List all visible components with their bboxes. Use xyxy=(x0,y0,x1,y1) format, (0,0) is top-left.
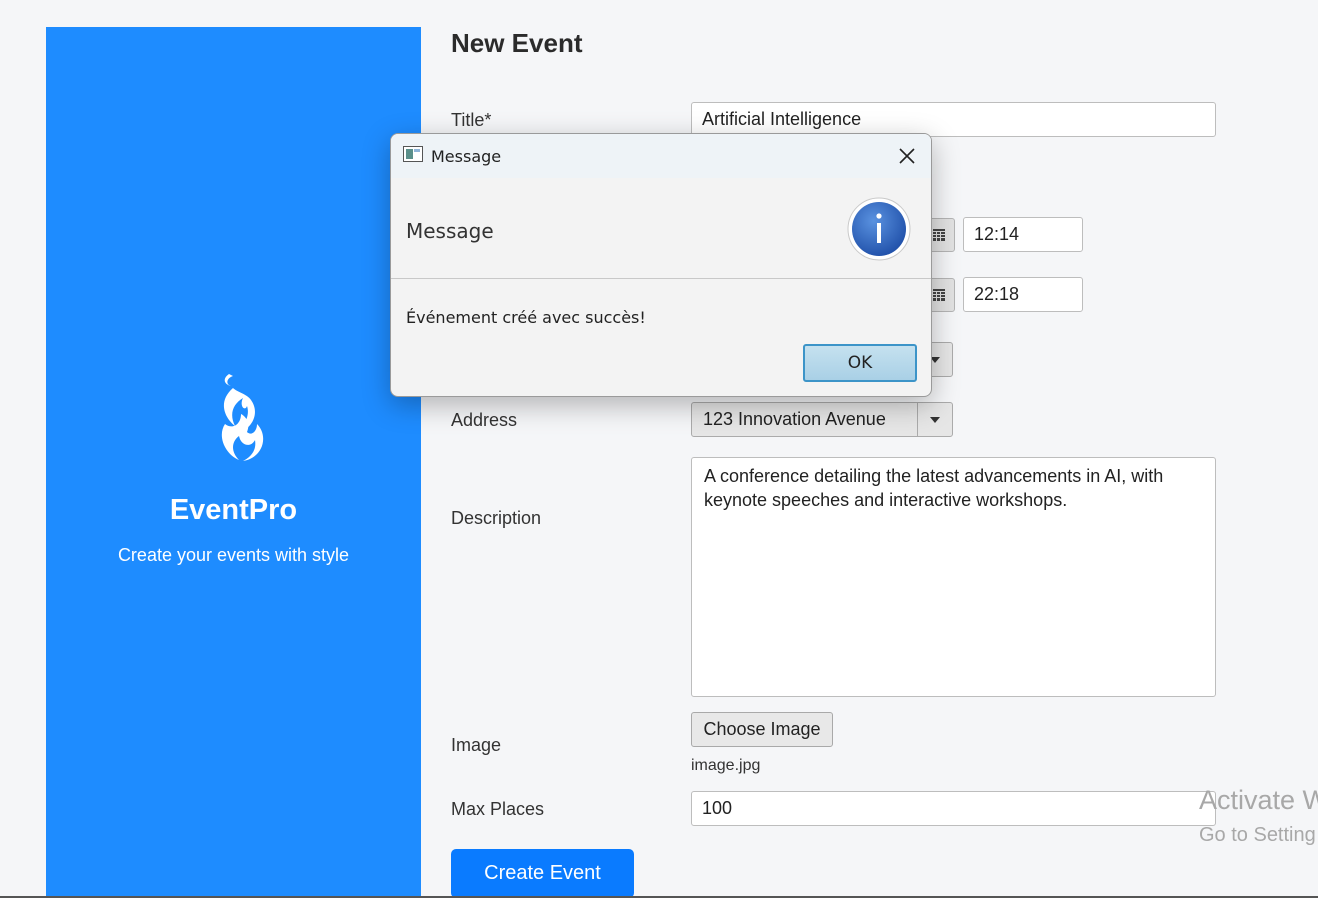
flame-logo-icon xyxy=(221,374,264,461)
address-value: 123 Innovation Avenue xyxy=(703,409,886,429)
chevron-down-icon xyxy=(917,403,952,436)
address-combo-box[interactable]: 123 Innovation Avenue xyxy=(691,402,953,437)
address-label: Address xyxy=(451,410,518,430)
page-title: New Event xyxy=(451,28,583,58)
end-time-input[interactable]: 22:18 xyxy=(963,277,1083,312)
description-textarea[interactable]: A conference detailing the latest advanc… xyxy=(691,457,1216,697)
dialog-titlebar[interactable]: Message xyxy=(391,134,931,178)
calendar-icon xyxy=(932,229,945,241)
title-input[interactable]: Artificial Intelligence xyxy=(691,102,1216,137)
brand-name: EventPro xyxy=(169,494,298,526)
activation-watermark-title: Activate W xyxy=(1199,785,1318,815)
dialog-message-text: Événement créé avec succès! xyxy=(406,308,646,327)
close-icon[interactable] xyxy=(895,144,919,168)
description-label: Description xyxy=(451,508,542,528)
window-app-icon xyxy=(403,146,423,162)
dialog-header-text: Message xyxy=(406,219,494,243)
image-filename: image.jpg xyxy=(691,757,761,774)
image-label: Image xyxy=(451,735,502,755)
max-places-label: Max Places xyxy=(451,799,545,819)
start-time-input[interactable]: 12:14 xyxy=(963,217,1083,252)
title-label: Title* xyxy=(451,110,492,130)
choose-image-button[interactable]: Choose Image xyxy=(691,712,833,747)
info-icon xyxy=(847,197,911,261)
ok-button[interactable]: OK xyxy=(803,344,917,382)
activation-watermark-subtitle: Go to Setting xyxy=(1199,824,1316,846)
calendar-icon xyxy=(932,289,945,301)
brand-sidebar: EventPro Create your events with style xyxy=(46,27,421,898)
message-dialog: Message Message Événement créé avec succ… xyxy=(390,133,932,397)
dialog-window-title: Message xyxy=(431,147,502,166)
create-event-button[interactable]: Create Event xyxy=(451,849,634,898)
brand-tagline: Create your events with style xyxy=(117,545,350,565)
max-places-input[interactable]: 100 xyxy=(691,791,1216,826)
